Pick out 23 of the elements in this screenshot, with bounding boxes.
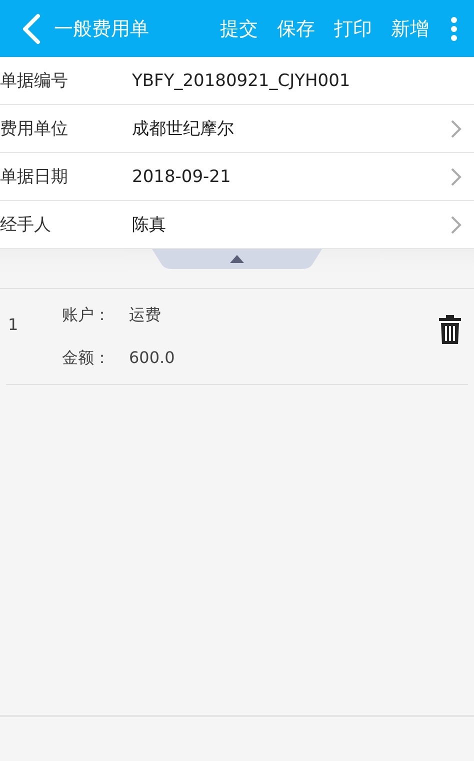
field-value: YBFY_20180921_CJYH001 xyxy=(132,70,352,90)
field-value[interactable]: 2018-09-21 xyxy=(132,166,450,186)
entry-value: 运费 xyxy=(129,304,161,326)
field-label: 经手人 xyxy=(0,214,52,236)
entry-index: 1 xyxy=(7,314,20,336)
form-row[interactable]: 单据日期 2018-09-21 xyxy=(0,153,474,201)
field-value[interactable]: 成都世纪摩尔 xyxy=(132,117,450,140)
trash-icon[interactable] xyxy=(438,314,462,344)
form-row[interactable]: 费用单位 成都世纪摩尔 xyxy=(0,105,474,153)
chevron-right-icon[interactable] xyxy=(450,118,462,138)
entry-label: 金额： xyxy=(62,348,111,368)
entry-value: 600.0 xyxy=(129,348,175,368)
collapse-handle[interactable] xyxy=(152,249,322,271)
field-label: 单据编号 xyxy=(0,70,69,92)
field-label: 单据日期 xyxy=(0,166,69,188)
page-title: 一般费用单 xyxy=(54,16,150,42)
field-value[interactable]: 陈真 xyxy=(132,213,450,236)
entry-label: 账户： xyxy=(62,304,111,326)
chevron-right-icon[interactable] xyxy=(450,214,462,234)
back-icon[interactable] xyxy=(20,12,42,44)
field-label: 费用单位 xyxy=(0,118,69,140)
more-icon[interactable] xyxy=(450,16,458,40)
chevron-right-icon[interactable] xyxy=(450,166,462,186)
